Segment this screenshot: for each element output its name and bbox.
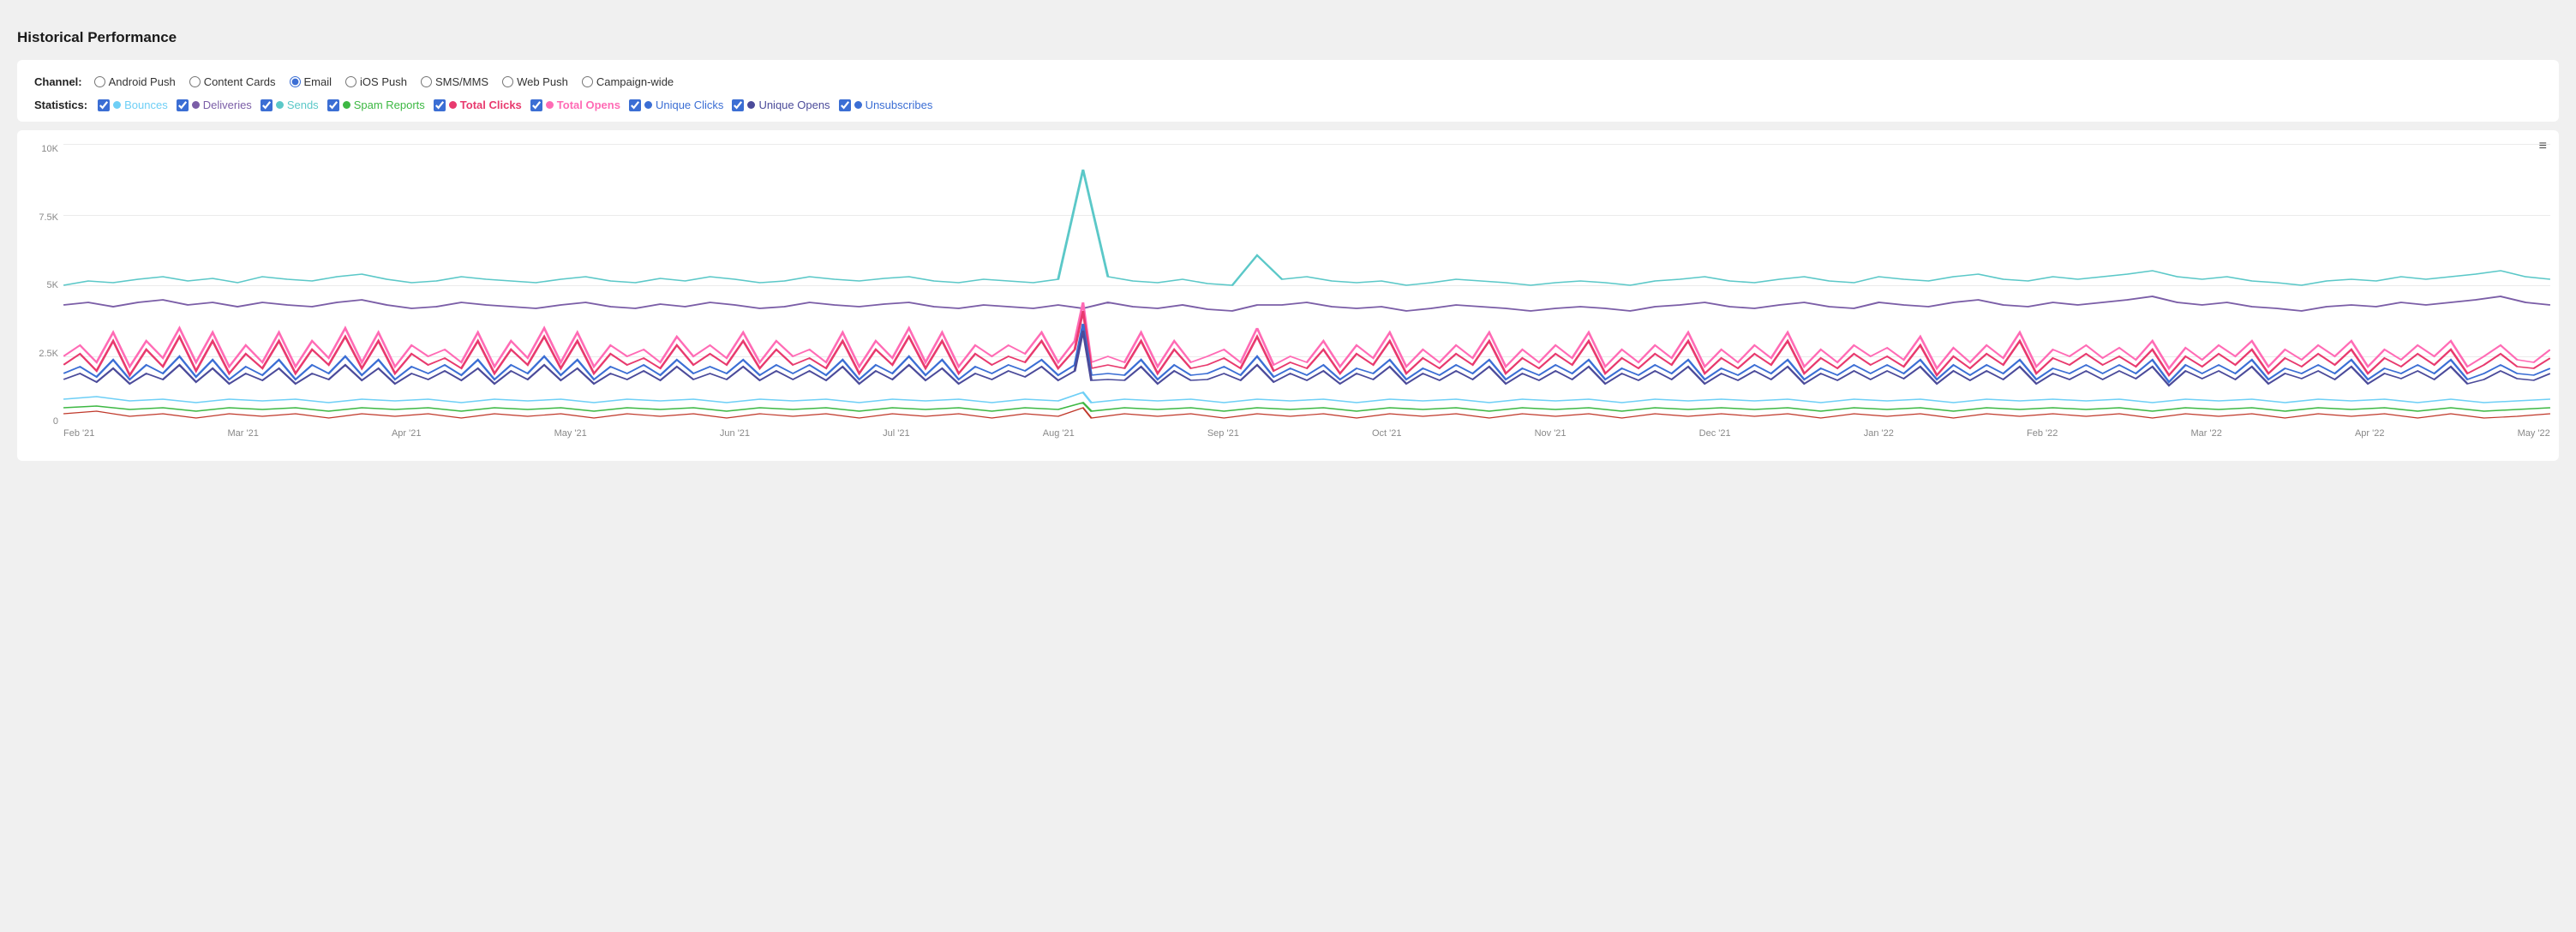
channel-row: Channel: Android Push Content Cards Emai… bbox=[34, 75, 2542, 88]
unsubscribes-dot bbox=[854, 101, 862, 109]
stat-deliveries[interactable]: Deliveries bbox=[177, 99, 252, 111]
x-label-sep21: Sep '21 bbox=[1207, 428, 1239, 439]
sends-label: Sends bbox=[287, 99, 319, 111]
x-label-feb21: Feb '21 bbox=[63, 428, 94, 439]
radio-ios-push[interactable]: iOS Push bbox=[345, 75, 407, 88]
stat-sends[interactable]: Sends bbox=[261, 99, 319, 111]
x-label-may22: May '22 bbox=[2518, 428, 2550, 439]
ios-push-label: iOS Push bbox=[360, 75, 407, 88]
sms-mms-label: SMS/MMS bbox=[435, 75, 488, 88]
page-title: Historical Performance bbox=[17, 29, 2559, 46]
campaign-wide-label: Campaign-wide bbox=[596, 75, 674, 88]
spam-reports-dot bbox=[343, 101, 350, 109]
total-opens-label: Total Opens bbox=[557, 99, 620, 111]
radio-web-push[interactable]: Web Push bbox=[502, 75, 568, 88]
web-push-label: Web Push bbox=[517, 75, 568, 88]
sends-line bbox=[63, 170, 2550, 285]
stats-row: Statistics: Bounces Deliveries Sends Spa… bbox=[34, 99, 2542, 111]
channel-card: Channel: Android Push Content Cards Emai… bbox=[17, 60, 2559, 122]
x-label-aug21: Aug '21 bbox=[1043, 428, 1075, 439]
android-push-label: Android Push bbox=[109, 75, 176, 88]
x-label-jul21: Jul '21 bbox=[883, 428, 909, 439]
title-bar: Historical Performance bbox=[17, 17, 2559, 60]
total-opens-line bbox=[63, 302, 2550, 368]
unique-opens-label: Unique Opens bbox=[758, 99, 830, 111]
radio-sms-mms[interactable]: SMS/MMS bbox=[421, 75, 488, 88]
unique-clicks-label: Unique Clicks bbox=[656, 99, 723, 111]
chart-container: ≡ 10K 7.5K 5K 2.5K 0 bbox=[17, 130, 2559, 461]
page-container: Historical Performance Channel: Android … bbox=[0, 0, 2576, 478]
unsubscribes-label: Unsubscribes bbox=[866, 99, 933, 111]
unique-opens-dot bbox=[747, 101, 755, 109]
statistics-label: Statistics: bbox=[34, 99, 87, 111]
x-label-nov21: Nov '21 bbox=[1535, 428, 1567, 439]
x-label-feb22: Feb '22 bbox=[2027, 428, 2058, 439]
x-label-apr21: Apr '21 bbox=[392, 428, 422, 439]
x-label-apr22: Apr '22 bbox=[2355, 428, 2385, 439]
y-label-5k: 5K bbox=[47, 280, 58, 290]
stat-unsubscribes[interactable]: Unsubscribes bbox=[839, 99, 933, 111]
stat-total-opens[interactable]: Total Opens bbox=[530, 99, 620, 111]
stat-spam-reports[interactable]: Spam Reports bbox=[327, 99, 425, 111]
email-label: Email bbox=[304, 75, 332, 88]
deliveries-line bbox=[63, 296, 2550, 311]
y-label-7-5k: 7.5K bbox=[39, 212, 58, 223]
radio-campaign-wide[interactable]: Campaign-wide bbox=[582, 75, 674, 88]
total-clicks-line bbox=[63, 311, 2550, 375]
radio-android-push[interactable]: Android Push bbox=[94, 75, 176, 88]
x-label-jun21: Jun '21 bbox=[720, 428, 750, 439]
x-label-dec21: Dec '21 bbox=[1699, 428, 1731, 439]
content-cards-label: Content Cards bbox=[204, 75, 276, 88]
unsubscribes-line bbox=[63, 408, 2550, 418]
chart-area: 10K 7.5K 5K 2.5K 0 bbox=[26, 144, 2550, 452]
x-label-may21: May '21 bbox=[554, 428, 587, 439]
chart-inner bbox=[63, 144, 2550, 427]
y-axis: 10K 7.5K 5K 2.5K 0 bbox=[26, 144, 63, 427]
stat-bounces[interactable]: Bounces bbox=[98, 99, 168, 111]
x-label-jan22: Jan '22 bbox=[1864, 428, 1894, 439]
spam-reports-line bbox=[63, 403, 2550, 411]
unique-clicks-dot bbox=[644, 101, 652, 109]
sends-dot bbox=[276, 101, 284, 109]
x-label-mar22: Mar '22 bbox=[2190, 428, 2221, 439]
x-axis: Feb '21 Mar '21 Apr '21 May '21 Jun '21 … bbox=[63, 428, 2550, 452]
radio-content-cards[interactable]: Content Cards bbox=[189, 75, 276, 88]
x-label-mar21: Mar '21 bbox=[227, 428, 258, 439]
y-label-2-5k: 2.5K bbox=[39, 349, 58, 359]
total-clicks-label: Total Clicks bbox=[460, 99, 522, 111]
radio-email[interactable]: Email bbox=[290, 75, 332, 88]
y-label-10k: 10K bbox=[41, 144, 58, 154]
deliveries-label: Deliveries bbox=[203, 99, 252, 111]
total-opens-dot bbox=[546, 101, 554, 109]
deliveries-dot bbox=[192, 101, 200, 109]
y-label-0: 0 bbox=[53, 416, 58, 427]
stat-unique-opens[interactable]: Unique Opens bbox=[732, 99, 830, 111]
chart-svg bbox=[63, 144, 2550, 427]
stat-unique-clicks[interactable]: Unique Clicks bbox=[629, 99, 723, 111]
total-clicks-dot bbox=[449, 101, 457, 109]
bounces-line bbox=[63, 392, 2550, 403]
x-label-oct21: Oct '21 bbox=[1372, 428, 1402, 439]
bounces-label: Bounces bbox=[124, 99, 168, 111]
spam-reports-label: Spam Reports bbox=[354, 99, 425, 111]
channel-label: Channel: bbox=[34, 75, 82, 88]
bounces-dot bbox=[113, 101, 121, 109]
stat-total-clicks[interactable]: Total Clicks bbox=[434, 99, 522, 111]
